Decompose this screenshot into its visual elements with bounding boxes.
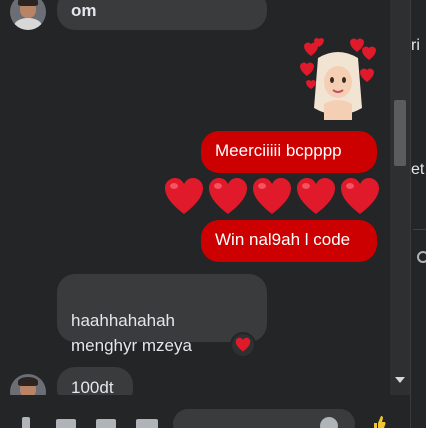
outgoing-message[interactable]: Win nal9ah l code: [201, 220, 377, 262]
side-panel-text: ri: [411, 37, 420, 54]
gif-icon[interactable]: [136, 419, 158, 428]
scrollbar-thumb[interactable]: [394, 100, 406, 166]
chat-thread: om Meerciiiii bcpppp Win nal9ah l code h…: [0, 0, 390, 428]
incoming-message-text: om: [71, 1, 97, 20]
side-panel-text: et: [411, 161, 425, 178]
thumbs-up-icon[interactable]: [372, 415, 386, 428]
heart-icon: [253, 178, 291, 214]
avatar[interactable]: [10, 0, 46, 30]
scroll-down-arrow-icon[interactable]: [395, 377, 405, 383]
outgoing-message-text: Win nal9ah l code: [215, 230, 351, 249]
search-icon[interactable]: [415, 250, 426, 266]
divider: [413, 229, 426, 230]
emoji-icon[interactable]: [320, 417, 338, 428]
outgoing-message[interactable]: Meerciiiii bcpppp: [201, 131, 377, 173]
heart-icon: [209, 178, 247, 214]
hearts-emoji-message[interactable]: [163, 176, 381, 218]
heart-icon: [341, 178, 379, 214]
outgoing-message-text: Meerciiiii bcpppp: [215, 141, 342, 160]
image-icon[interactable]: [56, 419, 76, 428]
chat-scrollbar[interactable]: [390, 0, 410, 395]
more-actions-icon[interactable]: [22, 417, 30, 428]
message-composer: [0, 395, 410, 428]
message-reaction[interactable]: [230, 332, 256, 358]
heart-icon: [165, 178, 203, 214]
incoming-message[interactable]: haahhahahah menghyr mzeya: [57, 274, 267, 355]
incoming-message-text: haahhahahah menghyr mzeya: [71, 311, 192, 355]
incoming-message[interactable]: om: [57, 0, 267, 30]
heart-icon: [297, 178, 335, 214]
heart-reaction-icon: [235, 337, 251, 352]
side-panel: ri et: [410, 0, 426, 428]
memoji-hearts-sticker[interactable]: [298, 38, 378, 120]
sticker-icon[interactable]: [96, 419, 116, 428]
